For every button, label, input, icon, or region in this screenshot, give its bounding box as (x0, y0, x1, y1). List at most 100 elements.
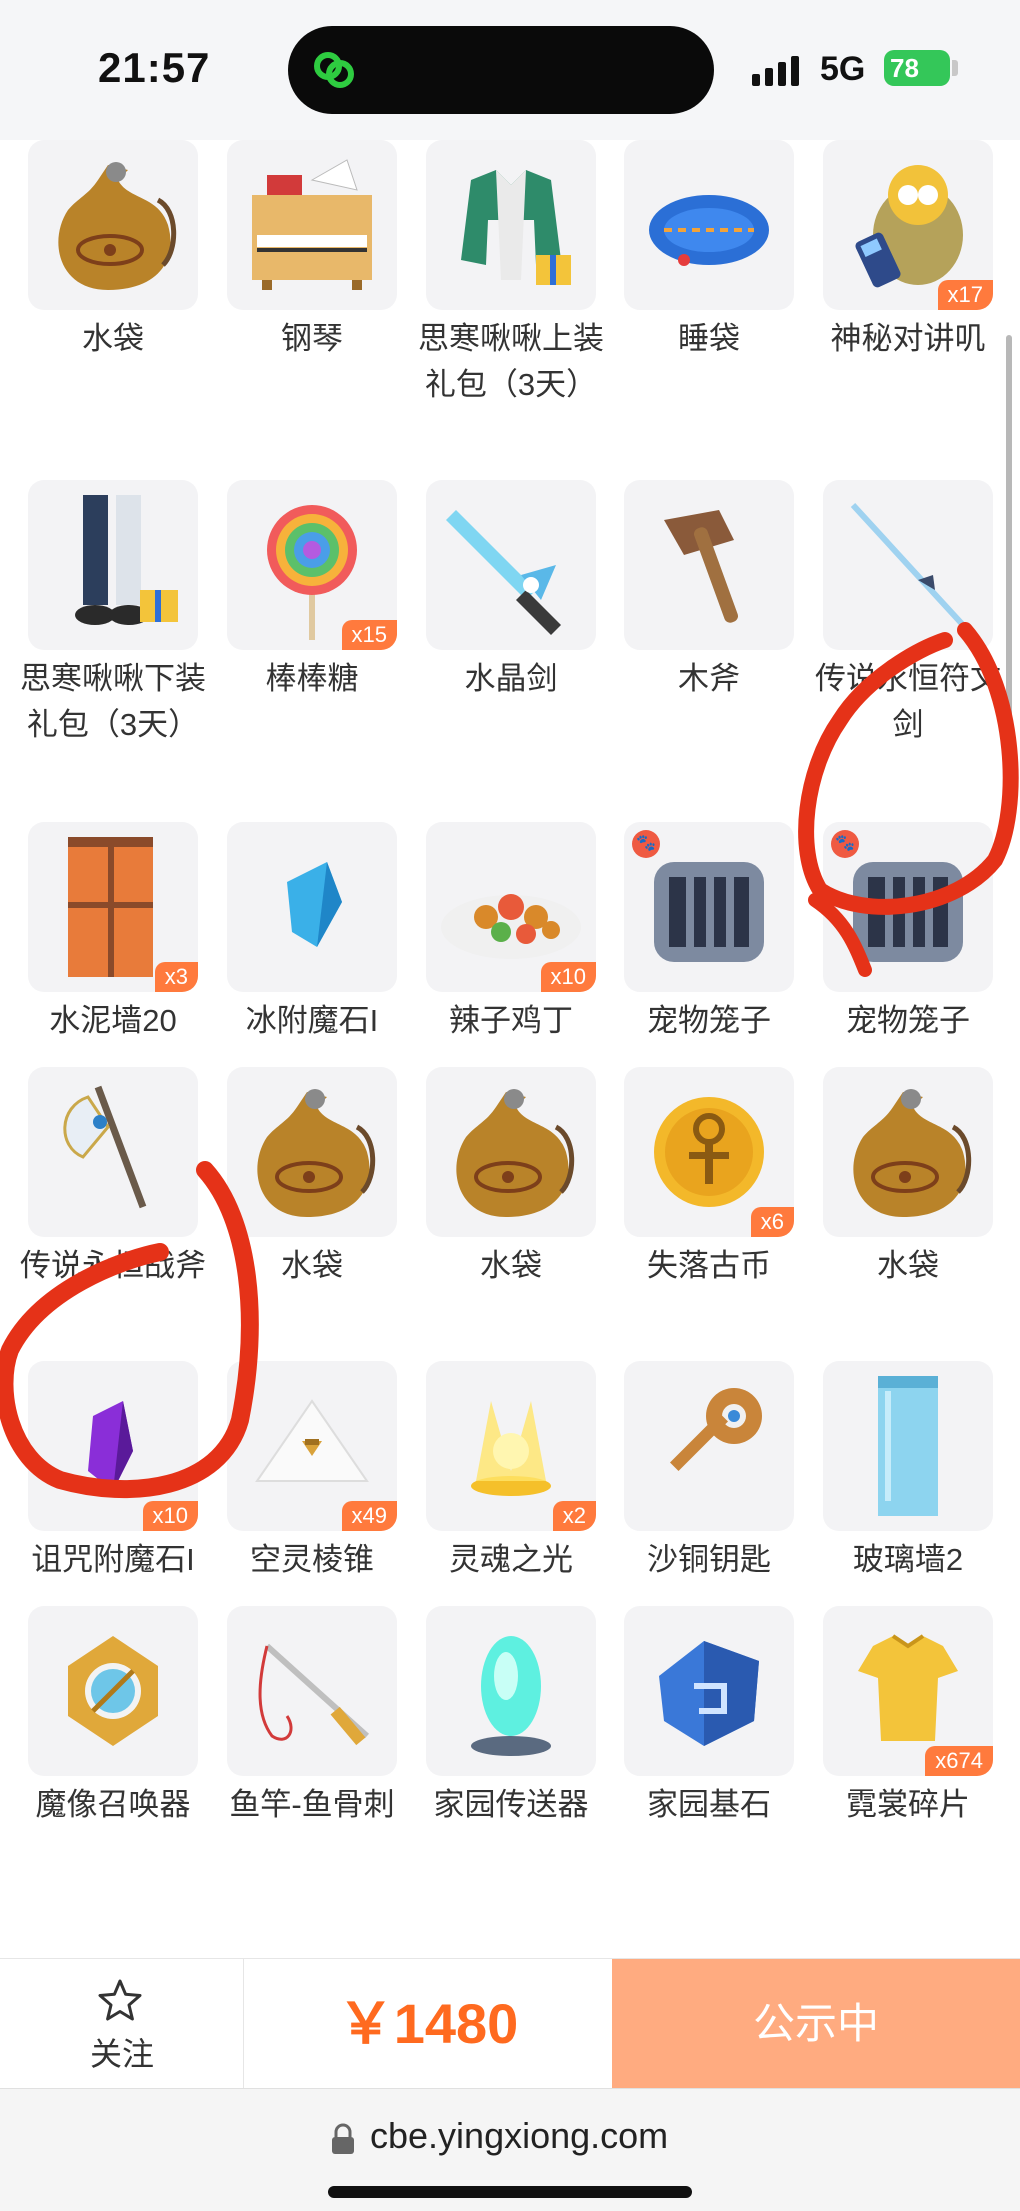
item-cell[interactable]: 水袋 (809, 1067, 1007, 1289)
item-cell[interactable]: x17 神秘对讲叽 (809, 140, 1007, 362)
item-thumbnail (28, 480, 198, 651)
follow-button[interactable]: 关注 (0, 1959, 244, 2089)
item-name: 魔像召唤器 (35, 1787, 191, 1823)
app-logo-icon (314, 52, 354, 88)
item-cell[interactable]: 家园传送器 (412, 1606, 610, 1828)
glass-wall-icon (878, 1375, 938, 1516)
battery-icon: 78 (884, 50, 950, 86)
item-cell[interactable]: x3 水泥墙20 (14, 821, 212, 1044)
item-thumbnail: x674 (823, 1606, 993, 1777)
scrollbar[interactable] (1006, 335, 1012, 755)
item-name: 钢琴 (281, 321, 343, 357)
item-thumbnail (227, 1067, 397, 1238)
pet-paw-icon: 🐾 (632, 829, 660, 858)
item-cell[interactable]: 传说永恒符文剑 (809, 480, 1007, 748)
item-thumbnail: x49 (227, 1360, 397, 1531)
item-cell[interactable]: 思寒啾啾上装礼包（3天） (412, 140, 610, 408)
item-name: 宠物笼子 (647, 1002, 771, 1038)
item-thumbnail (227, 1606, 397, 1777)
item-cell[interactable]: 🐾 宠物笼子 (610, 821, 808, 1044)
item-quantity-badge: x15 (341, 620, 397, 651)
item-quantity-badge: x2 (552, 1500, 596, 1531)
home-indicator[interactable] (328, 2186, 692, 2198)
pet-paw-icon: 🐾 (831, 829, 859, 858)
item-thumbnail (624, 480, 794, 651)
follow-label: 关注 (89, 2036, 154, 2072)
fishing-rod-icon (258, 1644, 370, 1746)
item-name: 辣子鸡丁 (449, 1002, 573, 1038)
home-teleporter-icon (471, 1636, 551, 1757)
status-bar: 21:57 5G 78 (0, 0, 1020, 140)
item-name: 空灵棱锥 (250, 1541, 374, 1577)
item-cell[interactable]: x2 灵魂之光 (412, 1360, 610, 1583)
item-name: 思寒啾啾上装礼包（3天） (418, 321, 604, 403)
price: ￥1480 (337, 1992, 519, 2055)
item-cell[interactable]: 水晶剑 (412, 480, 610, 702)
item-cell[interactable]: 睡袋 (610, 140, 808, 362)
item-name: 诅咒附魔石I (31, 1541, 195, 1577)
item-cell[interactable]: 传说永恒战斧 (14, 1067, 212, 1289)
item-name: 棒棒糖 (265, 661, 359, 697)
item-thumbnail: x6 (624, 1067, 794, 1238)
item-name: 神秘对讲叽 (830, 321, 986, 357)
item-thumbnail (426, 480, 596, 651)
item-cell[interactable]: x10 诅咒附魔石I (14, 1360, 212, 1583)
item-quantity-badge: x10 (142, 1500, 198, 1531)
item-cell[interactable]: 🐾 宠物笼子 (809, 821, 1007, 1044)
star-icon (98, 1979, 142, 2021)
browser-url-bar[interactable]: cbe.yingxiong.com (0, 2088, 1020, 2211)
item-cell[interactable]: x10 辣子鸡丁 (412, 821, 610, 1044)
item-cell[interactable]: 家园基石 (610, 1606, 808, 1828)
item-cell[interactable]: 鱼竿-鱼骨刺 (213, 1606, 411, 1828)
item-quantity-badge: x6 (750, 1207, 794, 1238)
item-cell[interactable]: 沙铜钥匙 (610, 1360, 808, 1583)
item-cell[interactable]: 冰附魔石I (213, 821, 411, 1044)
item-cell[interactable]: 玻璃墙2 (809, 1360, 1007, 1583)
item-thumbnail: 🐾 (823, 821, 993, 992)
item-thumbnail (823, 480, 993, 651)
wood-axe-icon (664, 510, 738, 624)
item-name: 水袋 (480, 1248, 542, 1284)
item-cell[interactable]: x49 空灵棱锥 (213, 1360, 411, 1583)
item-cell[interactable]: 水袋 (14, 140, 212, 362)
sleeping-bag-icon (649, 195, 769, 267)
item-thumbnail (426, 1067, 596, 1238)
water-bag-icon (257, 1089, 376, 1218)
dynamic-island (288, 26, 714, 114)
item-thumbnail: x2 (426, 1360, 596, 1531)
item-thumbnail: x10 (28, 1360, 198, 1531)
lock-icon (332, 2123, 354, 2154)
item-name: 水袋 (82, 321, 144, 357)
item-cell[interactable]: x674 霓裳碎片 (809, 1606, 1007, 1828)
item-cell[interactable]: x6 失落古币 (610, 1067, 808, 1289)
item-name: 水袋 (281, 1248, 343, 1284)
outfit-top-icon (461, 170, 571, 286)
golem-summoner-icon (68, 1636, 158, 1747)
item-name: 灵魂之光 (449, 1541, 573, 1577)
item-cell[interactable]: 木斧 (610, 480, 808, 702)
item-cell[interactable]: x15 棒棒糖 (213, 480, 411, 702)
item-name: 水袋 (877, 1248, 939, 1284)
item-cell[interactable]: 魔像召唤器 (14, 1606, 212, 1828)
water-bag-icon (58, 162, 177, 291)
status-cta-button[interactable]: 公示中 (612, 1959, 1020, 2089)
item-cell[interactable]: 思寒啾啾下装礼包（3天） (14, 480, 212, 748)
item-grid[interactable]: 水袋 钢琴 思寒啾啾上装礼包（3天） 睡袋 x17 神秘对讲叽 思寒啾啾下装礼包（3天） x1… (0, 140, 1020, 1958)
item-cell[interactable]: 水袋 (412, 1067, 610, 1289)
battle-axe-icon (63, 1086, 147, 1209)
item-name: 冰附魔石I (245, 1002, 379, 1038)
bronze-key-icon (670, 1387, 762, 1471)
item-thumbnail (227, 821, 397, 992)
item-name: 传说永恒符文剑 (815, 661, 1001, 743)
water-bag-icon (853, 1089, 972, 1218)
item-thumbnail (823, 1360, 993, 1531)
network-type: 5G (820, 50, 866, 88)
item-thumbnail (426, 140, 596, 311)
outfit-bottom-icon (75, 495, 178, 626)
item-cell[interactable]: 水袋 (213, 1067, 411, 1289)
item-quantity-badge: x10 (540, 961, 596, 992)
item-name: 沙铜钥匙 (647, 1541, 771, 1577)
item-quantity-badge: x674 (925, 1746, 993, 1777)
item-cell[interactable]: 钢琴 (213, 140, 411, 362)
item-name: 宠物笼子 (846, 1002, 970, 1038)
